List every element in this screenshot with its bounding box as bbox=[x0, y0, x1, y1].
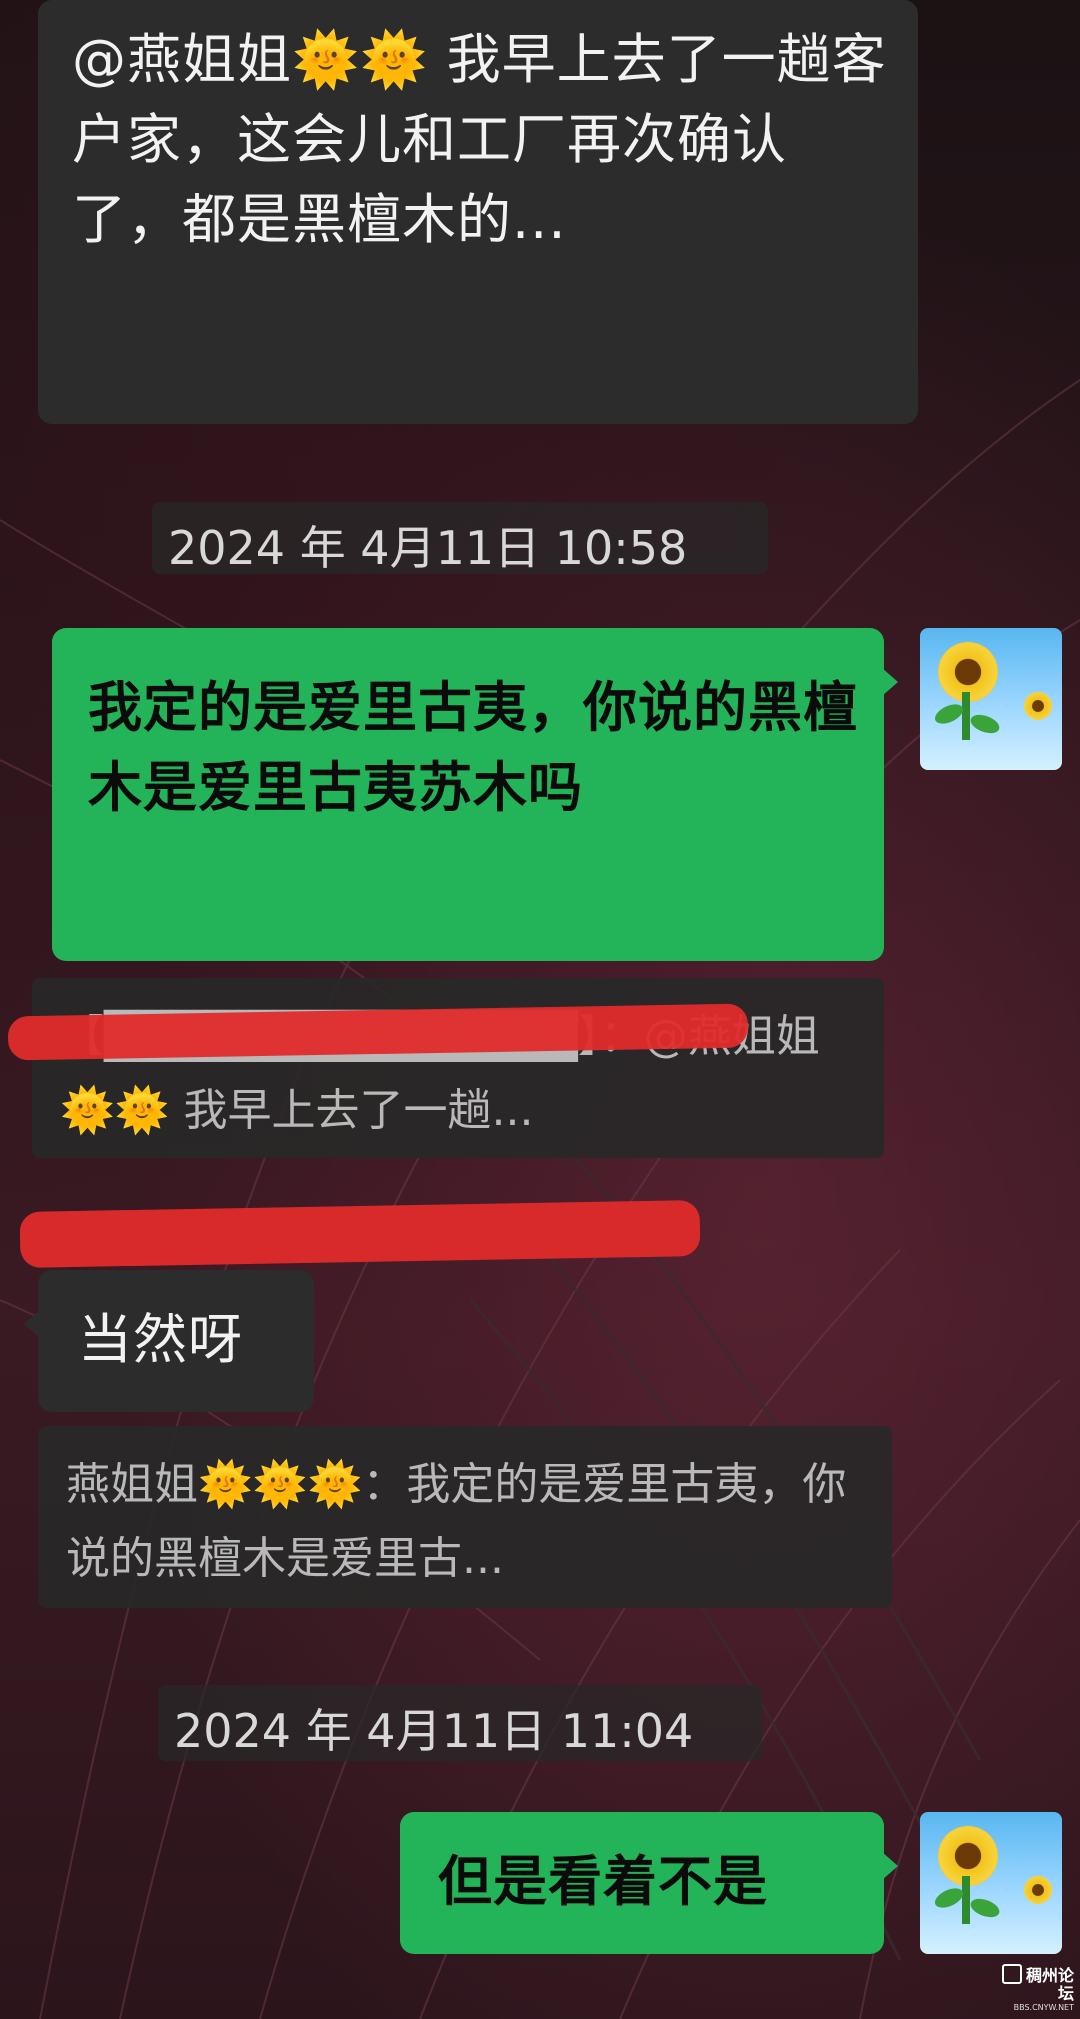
message-bubble-outgoing[interactable]: 我定的是爱里古夷，你说的黑檀木是爱里古夷苏木吗 bbox=[52, 628, 898, 961]
forum-watermark: 稠州论坛 BBS.CNYW.NET bbox=[988, 1964, 1074, 2013]
timestamp: 2024 年 4月11日 11:04 bbox=[158, 1685, 762, 1761]
message-bubble-incoming[interactable]: @燕姐姐🌞🌞 我早上去了一趟客户家，这会儿和工厂再次确认了，都是黑檀木的... bbox=[38, 0, 918, 424]
message-text: 我定的是爱里古夷，你说的黑檀木是爱里古夷苏木吗 bbox=[88, 676, 858, 819]
redaction-mark bbox=[19, 1200, 701, 1268]
message-bubble-outgoing[interactable]: 但是看着不是 bbox=[400, 1812, 898, 1954]
timestamp: 2024 年 4月11日 10:58 bbox=[152, 502, 768, 575]
avatar-sunflower[interactable] bbox=[920, 1812, 1062, 1954]
message-text: 当然呀 bbox=[78, 1308, 243, 1371]
message-text: @燕姐姐🌞🌞 我早上去了一趟客户家，这会儿和工厂再次确认了，都是黑檀木的... bbox=[72, 28, 887, 251]
message-bubble-incoming[interactable]: 当然呀 bbox=[24, 1270, 314, 1412]
quoted-message[interactable]: 燕姐姐🌞🌞🌞：我定的是爱里古夷，你说的黑檀木是爱里古... bbox=[38, 1426, 892, 1608]
forum-logo-icon bbox=[1001, 1964, 1022, 1984]
quoted-text: 燕姐姐🌞🌞🌞：我定的是爱里古夷，你说的黑檀木是爱里古... bbox=[66, 1459, 847, 1584]
quoted-message[interactable]: 【██████████████】：@燕姐姐🌞🌞 我早上去了一趟... bbox=[32, 978, 884, 1158]
message-text: 但是看着不是 bbox=[438, 1850, 768, 1913]
avatar-sunflower[interactable] bbox=[920, 628, 1062, 770]
